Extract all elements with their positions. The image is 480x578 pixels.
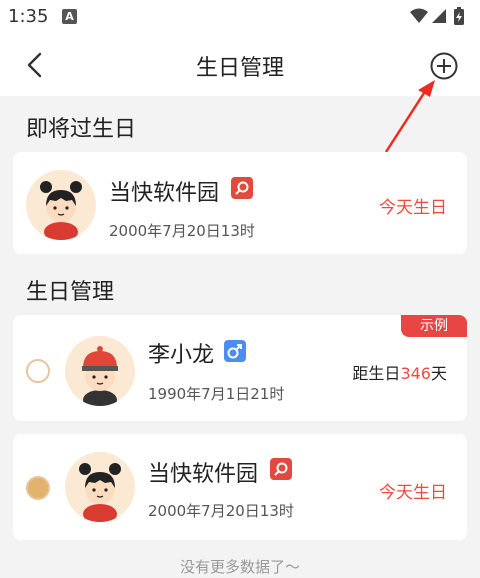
status-bar: 1:35 A <box>0 0 480 34</box>
countdown-suffix: 天 <box>430 364 447 383</box>
no-more-data-text: 没有更多数据了～ <box>179 558 300 576</box>
select-radio[interactable] <box>26 476 50 500</box>
birth-date: 2000年7月20日13时 <box>148 502 294 520</box>
wifi-icon <box>410 8 428 23</box>
avatar <box>65 452 135 522</box>
list-item[interactable]: 当快软件园 2000年7月20日13时 今天生日 <box>13 152 467 254</box>
countdown-days: 346 <box>400 364 431 383</box>
female-icon <box>270 458 292 480</box>
contact-name: 当快软件园 <box>109 181 220 206</box>
notification-icon: A <box>62 9 77 24</box>
page-title: 生日管理 <box>195 56 284 81</box>
countdown-prefix: 距生日 <box>352 364 401 383</box>
status-time: 1:35 <box>8 6 49 27</box>
system-status-icons <box>408 6 472 32</box>
avatar <box>65 336 135 406</box>
female-icon <box>231 177 253 199</box>
birthday-status: 今天生日 <box>379 483 447 503</box>
list-item[interactable]: 当快软件园 2000年7月20日13时 今天生日 <box>13 434 467 540</box>
birth-date: 1990年7月1日21时 <box>148 385 285 403</box>
section-title-manage: 生日管理 <box>26 280 115 305</box>
plus-circle-icon <box>430 52 458 80</box>
male-icon <box>224 340 246 362</box>
avatar <box>26 170 96 240</box>
birth-date: 2000年7月20日13时 <box>109 222 255 240</box>
example-badge: 示例 <box>401 315 467 337</box>
section-title-upcoming: 即将过生日 <box>26 117 137 142</box>
contact-name: 李小龙 <box>148 343 215 368</box>
nav-bar: 生日管理 <box>0 34 480 96</box>
birthday-countdown: 距生日346天 <box>352 360 447 384</box>
birthday-status: 今天生日 <box>379 198 447 218</box>
select-radio[interactable] <box>26 359 50 383</box>
contact-name: 当快软件园 <box>148 462 259 487</box>
add-birthday-button[interactable] <box>428 50 460 82</box>
signal-icon <box>432 9 446 23</box>
list-item[interactable]: 示例 李小龙 1990年7月1日21时 距生日346天 <box>13 315 467 421</box>
